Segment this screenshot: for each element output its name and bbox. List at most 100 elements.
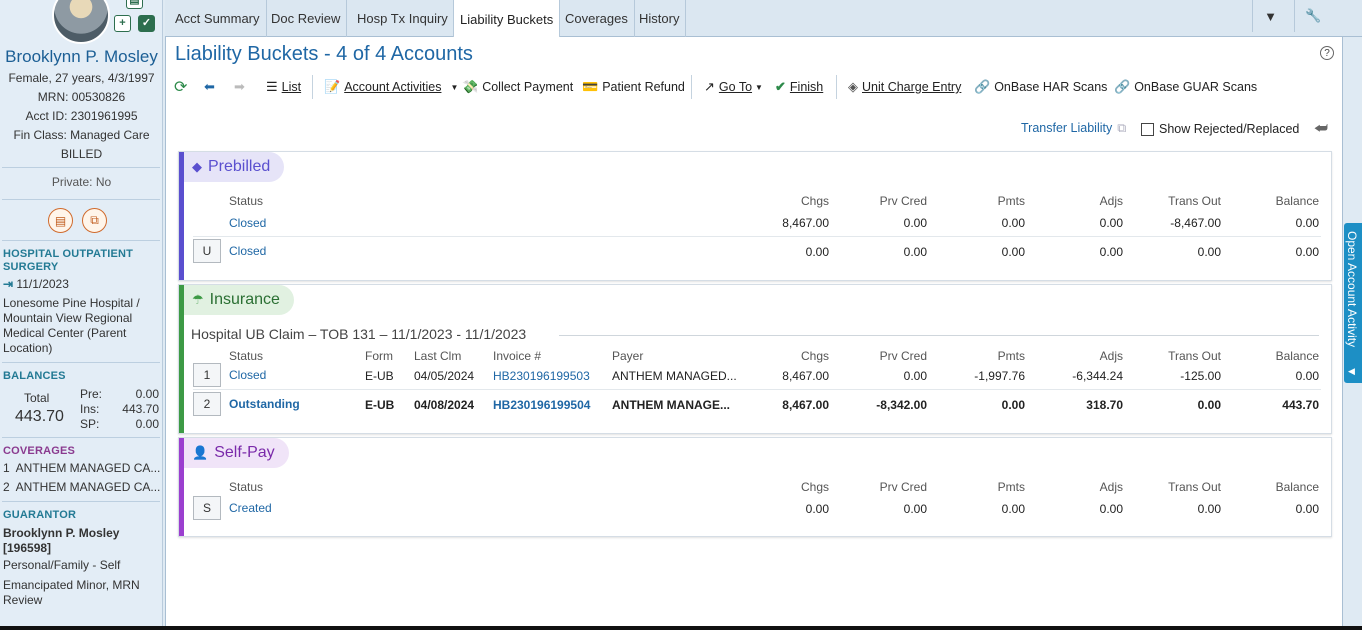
unit-charge-entry-button[interactable]: ◈ Unit Charge Entry [848, 77, 961, 97]
balance-value: 0.00 [1295, 502, 1319, 516]
report-icon[interactable]: ▤ [48, 208, 73, 233]
onbase-guar-scans-button[interactable]: 🔗 OnBase GUAR Scans [1114, 77, 1257, 97]
encounter-location: Lonesome Pine Hospital / Mountain View R… [3, 296, 140, 355]
pin-button[interactable]: ⮨ [1314, 118, 1328, 138]
coverage-item[interactable]: 2 ANTHEM MANAGED CA... [3, 480, 160, 495]
col-trans-out: Trans Out [1168, 480, 1221, 494]
adjs-value: -6,344.24 [1072, 369, 1123, 383]
collapse-arrow-icon: ◀ [1348, 366, 1355, 376]
status-link[interactable]: Closed [229, 244, 266, 258]
finish-button[interactable]: ✔ Finish [775, 77, 823, 97]
status-link[interactable]: Closed [229, 216, 266, 230]
insurance-header: ☂ Insurance [184, 285, 294, 315]
guarantor-relationship: Personal/Family - Self [3, 558, 121, 572]
add-document-icon[interactable]: + [114, 15, 131, 32]
open-account-activity-tab[interactable]: Open Account Activity ◀ [1344, 223, 1362, 383]
toolbar-separator [836, 75, 837, 99]
tab-doc-review[interactable]: Doc Review [265, 0, 348, 37]
selfpay-section: 👤 Self-Pay Status Chgs Prv Cred Pmts Adjs… [178, 437, 1332, 537]
col-status: Status [229, 194, 264, 208]
status-link[interactable]: Created [229, 501, 272, 515]
col-pmts: Pmts [997, 349, 1025, 363]
tab-liability-buckets[interactable]: Liability Buckets [453, 0, 561, 38]
row-tag: U [193, 239, 221, 263]
payer-value: ANTHEM MANAGED... [612, 369, 737, 383]
toolbar-separator [691, 75, 692, 99]
refresh-icon: ⟳ [174, 79, 188, 96]
list-button[interactable]: ☰ List [266, 77, 301, 97]
finish-label: Finish [789, 80, 824, 94]
private-flag: Private: No [51, 175, 112, 189]
divider [2, 501, 160, 502]
account-activities-label: Account Activities [344, 80, 442, 94]
chevron-down-icon: ▼ [450, 82, 459, 92]
invoice-link[interactable]: HB230196199503 [493, 369, 590, 383]
divider [2, 437, 160, 438]
prv-cred-value: 0.00 [903, 502, 927, 516]
row-tag: 2 [193, 392, 221, 416]
tab-history[interactable]: History [633, 0, 687, 37]
activity-icon: 📝 [324, 79, 341, 94]
col-status: Status [229, 480, 264, 494]
onbase-har-scans-label: OnBase HAR Scans [994, 80, 1108, 94]
col-balance: Balance [1275, 349, 1319, 363]
refund-icon: 💳 [582, 79, 599, 94]
balance-total: 443.70 [15, 408, 64, 425]
show-rejected-checkbox[interactable] [1141, 122, 1154, 136]
avatar[interactable] [52, 0, 110, 44]
list-icon: ☰ [266, 79, 278, 94]
form-value: E-UB [365, 398, 395, 412]
tab-acct-summary[interactable]: Acct Summary [169, 0, 267, 37]
col-status: Status [229, 349, 264, 363]
pin-icon: ⮨ [1314, 119, 1328, 137]
tabs-dropdown-button[interactable]: ▼ [1252, 0, 1288, 32]
balance-value: 0.00 [1295, 216, 1319, 230]
tab-bar: Acct Summary Doc Review Hosp Tx Inquiry … [165, 0, 1362, 38]
settings-button[interactable]: 🔧 [1294, 0, 1332, 32]
col-balance: Balance [1275, 480, 1319, 494]
patient-refund-button[interactable]: 💳 Patient Refund [582, 77, 685, 97]
admit-icon: ⇥ [3, 277, 14, 291]
encounter-heading: HOSPITAL OUTPATIENT SURGERY [3, 248, 134, 273]
guarantor-name[interactable]: Brooklynn P. Mosley [3, 526, 119, 541]
balance-value: 443.70 [1282, 398, 1319, 412]
link-icon: 🔗 [974, 79, 991, 94]
col-prv-cred: Prv Cred [879, 349, 927, 363]
transfer-liability-link[interactable]: Transfer Liability ⧉ [1021, 118, 1126, 138]
checklist-icon[interactable]: ✓ [138, 15, 155, 32]
back-button[interactable]: ⬅ [204, 77, 219, 97]
documents-icon[interactable]: ⧉ [82, 208, 107, 233]
col-form: Form [365, 349, 393, 363]
go-to-button[interactable]: ↗ Go To ▼ [704, 77, 763, 97]
chgs-value: 8,467.00 [782, 216, 829, 230]
balance-ins: 443.70 [122, 402, 159, 416]
account-activities-button[interactable]: 📝 Account Activities ▼ [324, 77, 458, 97]
status-link[interactable]: Closed [229, 368, 266, 382]
refresh-button[interactable]: ⟳ [174, 77, 191, 97]
note-icon[interactable]: ▤ [126, 0, 143, 9]
collect-payment-button[interactable]: 💸 Collect Payment [462, 77, 573, 97]
pmts-value: 0.00 [1001, 502, 1025, 516]
encounter-date-row: ⇥ 11/1/2023 [3, 277, 69, 292]
coverage-item[interactable]: 1 ANTHEM MANAGED CA... [3, 461, 160, 476]
prebilled-icon: ◆ [192, 159, 202, 174]
tab-coverages[interactable]: Coverages [559, 0, 635, 37]
trans-out-value: -125.00 [1180, 369, 1221, 383]
onbase-har-scans-button[interactable]: 🔗 OnBase HAR Scans [974, 77, 1107, 97]
prv-cred-value: -8,342.00 [876, 398, 927, 412]
form-value: E-UB [365, 369, 394, 383]
invoice-link[interactable]: HB230196199504 [493, 398, 590, 412]
status-link[interactable]: Outstanding [229, 397, 300, 411]
chgs-value: 8,467.00 [782, 369, 829, 383]
show-rejected-toggle[interactable]: Show Rejected/Replaced [1141, 119, 1299, 139]
insurance-title: Insurance [209, 291, 280, 308]
tab-hosp-tx-inquiry[interactable]: Hosp Tx Inquiry [351, 0, 455, 37]
balance-value: 0.00 [1295, 245, 1319, 259]
help-icon[interactable]: ? [1320, 46, 1334, 60]
last-clm-value: 04/08/2024 [414, 398, 475, 412]
col-chgs: Chgs [800, 349, 829, 363]
forward-button[interactable]: ➡ [234, 77, 249, 97]
patient-name[interactable]: Brooklynn P. Mosley [0, 47, 162, 67]
patient-demographics: Female, 27 years, 4/3/1997 [8, 71, 155, 85]
prebilled-header: ◆ Prebilled [184, 152, 285, 182]
